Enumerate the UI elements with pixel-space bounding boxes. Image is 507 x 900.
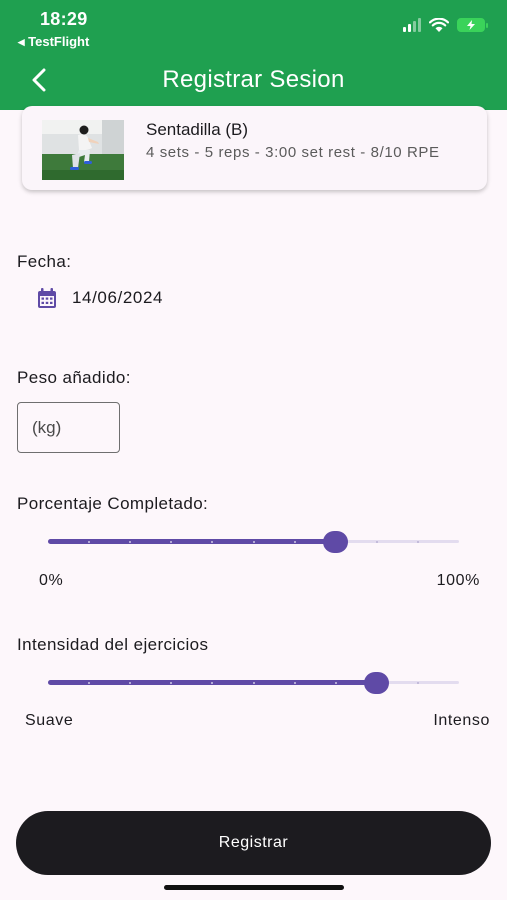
completion-min-label: 0% [39, 572, 64, 589]
register-button[interactable]: Registrar [16, 811, 491, 875]
battery-charging-icon [457, 18, 488, 32]
slider-tick [334, 681, 337, 684]
exercise-card[interactable]: Sentadilla (B) 4 sets - 5 reps - 3:00 se… [22, 106, 487, 190]
slider-tick [252, 681, 255, 684]
intensity-max-label: Intenso [433, 712, 490, 729]
intensity-min-label: Suave [25, 712, 74, 729]
status-icons [403, 16, 488, 34]
cellular-signal-icon [403, 18, 421, 32]
slider-tick [293, 540, 296, 543]
slider-tick [129, 540, 132, 543]
exercise-details: 4 sets - 5 reps - 3:00 set rest - 8/10 R… [146, 144, 440, 161]
wifi-icon [429, 17, 449, 32]
slider-tick [416, 681, 419, 684]
slider-tick [293, 681, 296, 684]
slider-tick [375, 540, 378, 543]
home-indicator [164, 885, 344, 890]
slider-tick [88, 540, 91, 543]
intensity-slider[interactable] [48, 668, 459, 698]
slider-track-active [48, 539, 336, 544]
completion-label: Porcentaje Completado: [17, 494, 209, 513]
date-label: Fecha: [17, 252, 72, 271]
slider-tick [416, 540, 419, 543]
weight-label: Peso añadido: [17, 368, 131, 387]
weight-input[interactable] [17, 402, 120, 453]
exercise-thumbnail [42, 120, 124, 180]
slider-thumb[interactable] [364, 672, 390, 694]
completion-slider[interactable] [48, 527, 459, 557]
app-header: 18:29 ◂ TestFlight Registrar Sesion [0, 0, 507, 110]
intensity-label: Intensidad del ejercicios [17, 635, 209, 654]
slider-tick [129, 681, 132, 684]
slider-tick [252, 540, 255, 543]
exercise-name: Sentadilla (B) [146, 120, 249, 139]
slider-tick [88, 681, 91, 684]
slider-thumb[interactable] [323, 531, 349, 553]
page-title: Registrar Sesion [162, 66, 345, 93]
date-picker[interactable]: 14/06/2024 [36, 287, 163, 309]
calendar-icon [38, 288, 56, 308]
back-to-testflight-link[interactable]: ◂ TestFlight [18, 34, 89, 50]
completion-max-label: 100% [436, 572, 480, 589]
status-time: 18:29 [40, 9, 88, 29]
date-value: 14/06/2024 [72, 288, 164, 307]
